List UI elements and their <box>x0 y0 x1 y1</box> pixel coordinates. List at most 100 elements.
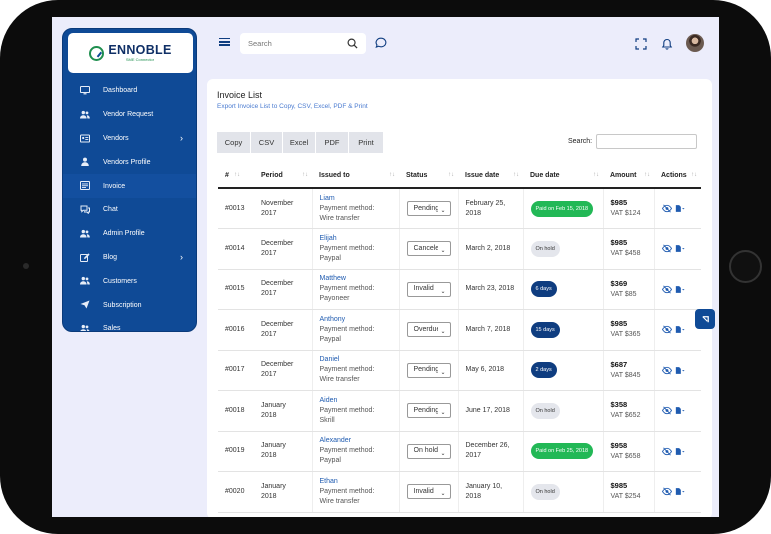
hide-icon[interactable] <box>661 366 672 375</box>
sidebar-item-label: Admin Profile <box>103 230 145 238</box>
issued-to-link[interactable]: Liam <box>320 195 335 202</box>
issued-to-link[interactable]: Anthony <box>320 316 346 323</box>
sort-icon[interactable]: ↑↓ <box>593 172 599 178</box>
file-dropdown-icon[interactable] <box>675 366 685 375</box>
sidebar-item-subscription[interactable]: Subscription <box>63 293 196 317</box>
issue-date: March 23, 2018 <box>465 285 515 293</box>
hide-icon[interactable] <box>661 447 672 456</box>
period: December 2017 <box>261 361 294 379</box>
file-dropdown-icon[interactable] <box>675 325 685 334</box>
user-avatar[interactable] <box>686 34 704 52</box>
sort-icon[interactable]: ↑↓ <box>513 172 519 178</box>
export-csv-button[interactable]: CSV <box>251 132 282 153</box>
issued-to-link[interactable]: Elijah <box>320 235 337 242</box>
table-search-input[interactable] <box>596 134 697 149</box>
search-icon[interactable] <box>347 38 358 49</box>
payment-method-value: Wire transfer <box>319 214 360 222</box>
vat-amount: VAT $658 <box>610 452 641 460</box>
due-date-badge: 15 days <box>530 321 560 338</box>
sort-icon[interactable]: ↑↓ <box>448 172 454 178</box>
column-header[interactable]: Issued to ↑↓ <box>312 163 399 189</box>
hide-icon[interactable] <box>661 487 672 496</box>
invoice-id: #0014 <box>225 244 245 252</box>
chat-bubble-icon[interactable] <box>375 37 387 49</box>
floating-action-button[interactable] <box>695 309 715 329</box>
brand-name: ENNOBLE <box>108 43 172 57</box>
column-header[interactable]: Due date ↑↓ <box>523 163 603 189</box>
sidebar-item-invoice[interactable]: Invoice <box>63 174 196 198</box>
status-select[interactable]: On hold ⌄ <box>406 443 451 459</box>
chevron-down-icon: ⌄ <box>440 450 446 457</box>
brand-logo[interactable]: ENNOBLE SME Connector <box>68 33 193 73</box>
column-header[interactable]: Issue date ↑↓ <box>458 163 523 189</box>
issued-to-link[interactable]: Matthew <box>320 275 346 282</box>
export-pdf-button[interactable]: PDF <box>316 132 348 153</box>
status-select[interactable]: Invalid ⌄ <box>406 281 451 297</box>
sort-icon[interactable]: ↑↓ <box>389 172 395 178</box>
invoice-id: #0013 <box>225 204 245 212</box>
hide-icon[interactable] <box>661 244 672 253</box>
file-dropdown-icon[interactable] <box>675 244 685 253</box>
file-dropdown-icon[interactable] <box>675 204 685 213</box>
column-header[interactable]: Period ↑↓ <box>254 163 312 189</box>
sort-icon[interactable]: ↑↓ <box>644 172 650 178</box>
vat-amount: VAT $365 <box>610 331 641 339</box>
issued-to-link[interactable]: Aiden <box>320 397 338 404</box>
menu-toggle-icon[interactable] <box>219 38 230 47</box>
chevron-right-icon[interactable]: › <box>180 252 183 262</box>
monitor-icon <box>80 86 90 95</box>
hide-icon[interactable] <box>661 204 672 213</box>
file-dropdown-icon[interactable] <box>675 447 685 456</box>
export-print-button[interactable]: Print <box>349 132 383 153</box>
status-select[interactable]: Invalid ⌄ <box>406 484 451 500</box>
hide-icon[interactable] <box>661 406 672 415</box>
sidebar-item-vendors[interactable]: Vendors › <box>63 127 196 151</box>
invoice-id: #0020 <box>225 487 245 495</box>
column-header[interactable]: Amount ↑↓ <box>603 163 654 189</box>
column-header-label: Amount <box>610 171 637 179</box>
sidebar-item-sales[interactable]: Sales <box>63 317 196 331</box>
sidebar-item-vendor-request[interactable]: Vendor Request <box>63 103 196 127</box>
sidebar-item-blog[interactable]: Blog › <box>63 246 196 270</box>
sidebar-item-customers[interactable]: Customers <box>63 269 196 293</box>
status-select[interactable]: Pending ⌄ <box>406 403 451 419</box>
edit-icon <box>80 252 90 262</box>
search-input[interactable] <box>248 37 338 50</box>
file-dropdown-icon[interactable] <box>675 285 685 294</box>
issued-to-link[interactable]: Daniel <box>320 356 340 363</box>
file-dropdown-icon[interactable] <box>675 406 685 415</box>
sort-icon[interactable]: ↑↓ <box>302 172 308 178</box>
column-header[interactable]: Status ↑↓ <box>399 163 458 189</box>
table-search-label: Search: <box>568 138 593 145</box>
export-buttons: Copy CSV Excel PDF Print <box>217 132 384 153</box>
status-select[interactable]: Pending ⌄ <box>406 201 451 216</box>
fullscreen-icon[interactable] <box>635 38 647 50</box>
status-select[interactable]: Pending ⌄ <box>406 362 451 378</box>
vat-amount: VAT $85 <box>610 290 637 298</box>
column-header[interactable]: # ↑↓ <box>218 163 254 189</box>
bell-icon[interactable] <box>661 38 673 50</box>
export-copy-button[interactable]: Copy <box>217 132 250 153</box>
status-select[interactable]: Overdue⌄ <box>406 322 451 338</box>
file-dropdown-icon[interactable] <box>675 487 685 496</box>
issued-to-link[interactable]: Ethan <box>320 478 338 485</box>
home-button[interactable] <box>729 250 762 283</box>
hide-icon[interactable] <box>661 285 672 294</box>
chevron-right-icon[interactable]: › <box>180 133 183 143</box>
issued-to-link[interactable]: Alexander <box>320 437 352 444</box>
page-title: Invoice List <box>217 90 263 100</box>
amount: $687 <box>610 359 628 369</box>
sidebar-item-admin-profile[interactable]: Admin Profile <box>63 222 196 246</box>
hide-icon[interactable] <box>661 325 672 334</box>
column-header[interactable]: Actions ↑↓ <box>654 163 701 189</box>
amount: $985 <box>610 238 628 248</box>
sort-icon[interactable]: ↑↓ <box>691 172 697 178</box>
sidebar-item-vendors-profile[interactable]: Vendors Profile <box>63 150 196 174</box>
sidebar-item-label: Blog <box>103 253 118 261</box>
sort-icon[interactable]: ↑↓ <box>234 172 240 178</box>
sidebar-item-dashboard[interactable]: Dashboard <box>63 79 196 103</box>
export-excel-button[interactable]: Excel <box>283 132 315 153</box>
payment-method-label: Payment method: <box>319 447 375 455</box>
status-select[interactable]: Canceled⌄ <box>406 241 451 257</box>
sidebar-item-chat[interactable]: Chat <box>63 198 196 222</box>
